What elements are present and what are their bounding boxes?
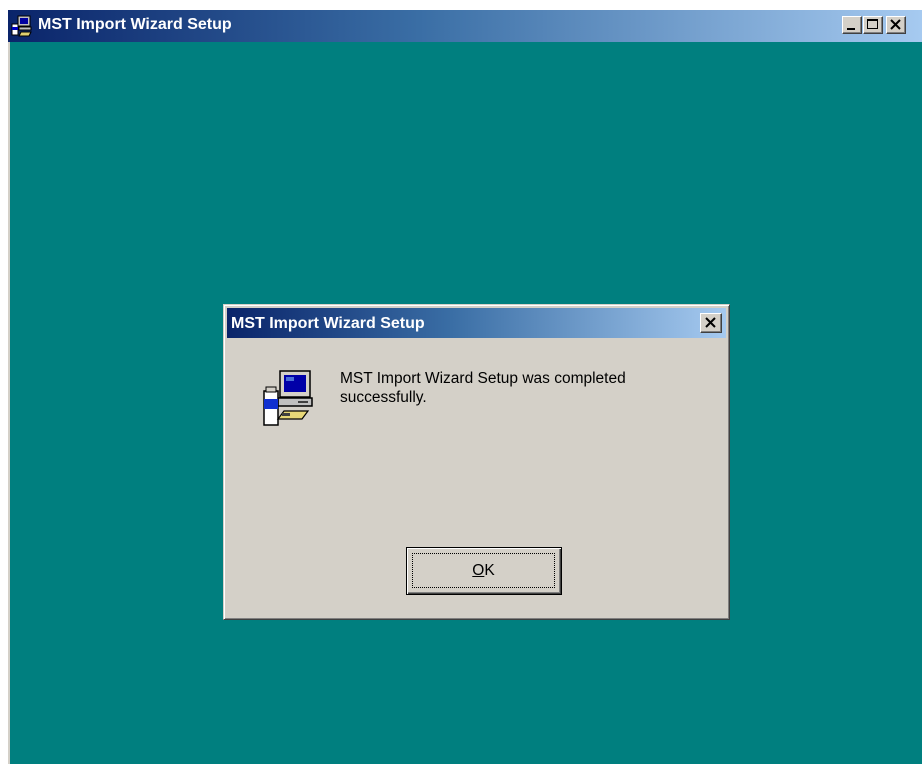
main-window-title: MST Import Wizard Setup [38, 16, 232, 33]
minimize-icon [847, 28, 855, 30]
setup-computer-icon [258, 367, 320, 429]
minimize-button[interactable] [842, 16, 862, 34]
dialog-close-button[interactable] [700, 313, 722, 333]
dialog-title: MST Import Wizard Setup [231, 315, 425, 332]
main-window: MST Import Wizard Setup MST Import Wizar… [8, 10, 922, 764]
dialog-message: MST Import Wizard Setup was completed su… [340, 370, 626, 406]
main-title-bar[interactable]: MST Import Wizard Setup [8, 10, 922, 42]
close-button[interactable] [886, 16, 906, 34]
ok-label-rest: K [484, 561, 495, 579]
maximize-icon [867, 19, 878, 29]
completion-dialog: MST Import Wizard Setup MST Import Wizar… [223, 304, 730, 620]
ok-mnemonic: O [472, 561, 485, 579]
close-icon [890, 19, 901, 30]
dialog-title-bar[interactable]: MST Import Wizard Setup [227, 308, 726, 338]
setup-computer-icon[interactable] [11, 15, 33, 37]
ok-button-label: OK [472, 562, 494, 580]
maximize-button[interactable] [863, 16, 883, 34]
ok-button[interactable]: OK [406, 547, 562, 595]
close-icon [705, 317, 716, 328]
desktop-background: MST Import Wizard Setup MST Import Wizar… [10, 42, 922, 764]
ok-focus-rect: OK [412, 553, 555, 588]
